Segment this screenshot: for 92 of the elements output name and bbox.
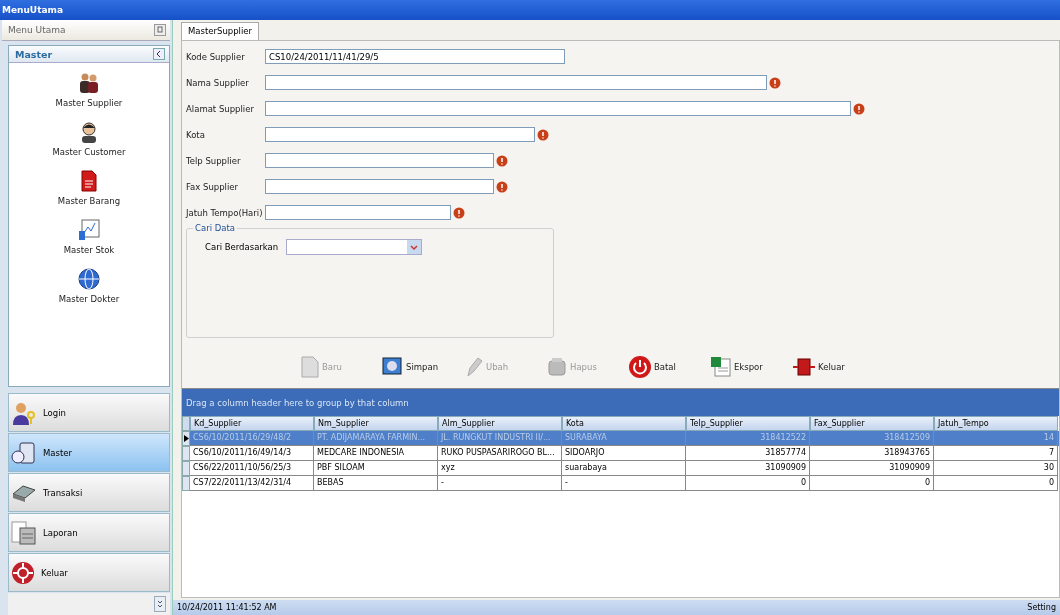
table-cell: CS6/22/2011/10/56/25/3 bbox=[190, 461, 314, 476]
column-header[interactable]: Alm_Supplier bbox=[438, 416, 562, 431]
table-cell: 0 bbox=[686, 476, 810, 491]
toolbar-button[interactable]: Batal bbox=[628, 360, 692, 374]
group-title: Master bbox=[15, 48, 53, 60]
table-cell: suarabaya bbox=[562, 461, 686, 476]
group-panel-hint: Drag a column header here to group by that column bbox=[182, 389, 1059, 416]
field-label: Kode Supplier bbox=[186, 51, 246, 62]
table-cell: 318412509 bbox=[810, 431, 934, 446]
table-cell: 0 bbox=[810, 476, 934, 491]
field-label: Telp Supplier bbox=[186, 155, 242, 166]
table-row[interactable]: CS6/22/2011/10/56/25/3 PBF SILOAM xyz suarabaya 31090909 31090909 30 bbox=[182, 461, 1059, 476]
column-header[interactable]: Kota bbox=[562, 416, 686, 431]
column-header[interactable]: Kd_Supplier bbox=[190, 416, 314, 431]
table-cell: 31090909 bbox=[810, 461, 934, 476]
table-cell: 318412522 bbox=[686, 431, 810, 446]
table-cell: xyz bbox=[438, 461, 562, 476]
table-cell: 30 bbox=[934, 461, 1058, 476]
table-cell: CS6/10/2011/16/29/48/2 bbox=[190, 431, 314, 446]
input-field[interactable] bbox=[265, 179, 494, 194]
field-label: Fax Supplier bbox=[186, 181, 240, 192]
sidebar-item[interactable]: Master Customer bbox=[9, 112, 169, 161]
navigation-button[interactable]: Transaksi bbox=[8, 473, 170, 512]
tab[interactable]: MasterSupplier bbox=[181, 22, 260, 40]
panel-title: Menu Utama bbox=[8, 25, 66, 35]
setting-link[interactable]: Setting bbox=[1027, 603, 1056, 612]
navigation-button[interactable]: Master bbox=[8, 433, 170, 472]
table-cell: 14 bbox=[934, 431, 1058, 446]
row-selector[interactable] bbox=[182, 431, 190, 446]
table-cell: CS6/10/2011/16/49/14/3 bbox=[190, 446, 314, 461]
field-label: Cari Berdasarkan bbox=[205, 242, 279, 252]
table-cell: 31090909 bbox=[686, 461, 810, 476]
column-header[interactable]: Telp_Supplier bbox=[686, 416, 810, 431]
table-cell: JL. RUNGKUT INDUSTRI II/... bbox=[438, 431, 562, 446]
sidebar-item[interactable]: Master Stok bbox=[9, 210, 169, 259]
navigation-button[interactable]: Keluar bbox=[8, 553, 170, 592]
column-header[interactable]: Fax_Supplier bbox=[810, 416, 934, 431]
input-field[interactable] bbox=[265, 153, 494, 168]
sidebar-item[interactable]: Master Supplier bbox=[9, 63, 169, 112]
calculator-icon bbox=[11, 520, 37, 545]
column-header[interactable]: Nm_Supplier bbox=[314, 416, 438, 431]
field-label: Alamat Supplier bbox=[186, 103, 255, 114]
document-icon bbox=[300, 356, 320, 378]
sidebar-item[interactable]: Master Dokter bbox=[9, 259, 169, 308]
collapse-icon[interactable] bbox=[153, 48, 165, 60]
dropdown-field[interactable] bbox=[286, 239, 423, 255]
chart-icon bbox=[78, 219, 100, 241]
spreadsheet-icon bbox=[710, 356, 732, 378]
trash-icon bbox=[546, 356, 568, 378]
table-cell: PBF SILOAM bbox=[314, 461, 438, 476]
pencil-icon bbox=[464, 356, 484, 378]
current-row-icon bbox=[183, 435, 189, 442]
toolbar-button[interactable]: Keluar bbox=[792, 360, 856, 374]
navigation-button[interactable]: Login bbox=[8, 393, 170, 432]
table-cell: 0 bbox=[934, 476, 1058, 491]
sidebar-item[interactable]: Master Barang bbox=[9, 161, 169, 210]
toolbar-button[interactable]: Ekspor bbox=[710, 360, 774, 374]
power-icon bbox=[628, 355, 652, 379]
field-label: Jatuh Tempo(Hari) bbox=[186, 207, 264, 218]
pin-icon[interactable] bbox=[154, 24, 166, 36]
table-row[interactable]: CS7/22/2011/13/42/31/4 BEBAS - - 0 0 0 bbox=[182, 476, 1059, 491]
column-header[interactable]: Jatuh_Tempo bbox=[934, 416, 1058, 431]
table-cell: 318943765 bbox=[810, 446, 934, 461]
toolbar-button[interactable]: Simpan bbox=[382, 360, 446, 374]
group-box-title: Cari Data bbox=[193, 223, 237, 233]
people-icon bbox=[78, 72, 100, 94]
chevron-down-icon[interactable] bbox=[154, 596, 166, 612]
input-field[interactable] bbox=[265, 75, 767, 90]
field-label: Kota bbox=[186, 129, 206, 140]
table-cell: CS7/22/2011/13/42/31/4 bbox=[190, 476, 314, 491]
table-cell: MEDCARE INDONESIA bbox=[314, 446, 438, 461]
table-cell: 31857774 bbox=[686, 446, 810, 461]
status-time: 10/24/2011 11:41:52 AM bbox=[177, 603, 277, 612]
table-cell: BEBAS bbox=[314, 476, 438, 491]
table-cell: - bbox=[438, 476, 562, 491]
input-field[interactable] bbox=[265, 101, 851, 116]
input-field[interactable] bbox=[265, 127, 535, 142]
document-icon bbox=[81, 170, 97, 192]
input-field[interactable] bbox=[265, 205, 451, 220]
table-row[interactable]: CS6/10/2011/16/49/14/3 MEDCARE INDONESIA RUKO PUSPASARIROGO BL... SIDOARJO 31857774 318943765 7 bbox=[182, 446, 1059, 461]
table-cell: 7 bbox=[934, 446, 1058, 461]
table-cell: - bbox=[562, 476, 686, 491]
table-cell: SURABAYA bbox=[562, 431, 686, 446]
table-cell: PT. ADIJAMARAYA FARMIN... bbox=[314, 431, 438, 446]
table-cell: SIDOARJO bbox=[562, 446, 686, 461]
user-key-icon bbox=[11, 400, 37, 425]
globe-icon bbox=[78, 268, 100, 290]
table-cell: RUKO PUSPASARIROGO BL... bbox=[438, 446, 562, 461]
input-field[interactable]: CS10/24/2011/11/41/29/5 bbox=[265, 49, 565, 64]
window-title: MenuUtama bbox=[0, 0, 1060, 20]
navigation-button[interactable]: Laporan bbox=[8, 513, 170, 552]
field-label: Nama Supplier bbox=[186, 77, 250, 88]
